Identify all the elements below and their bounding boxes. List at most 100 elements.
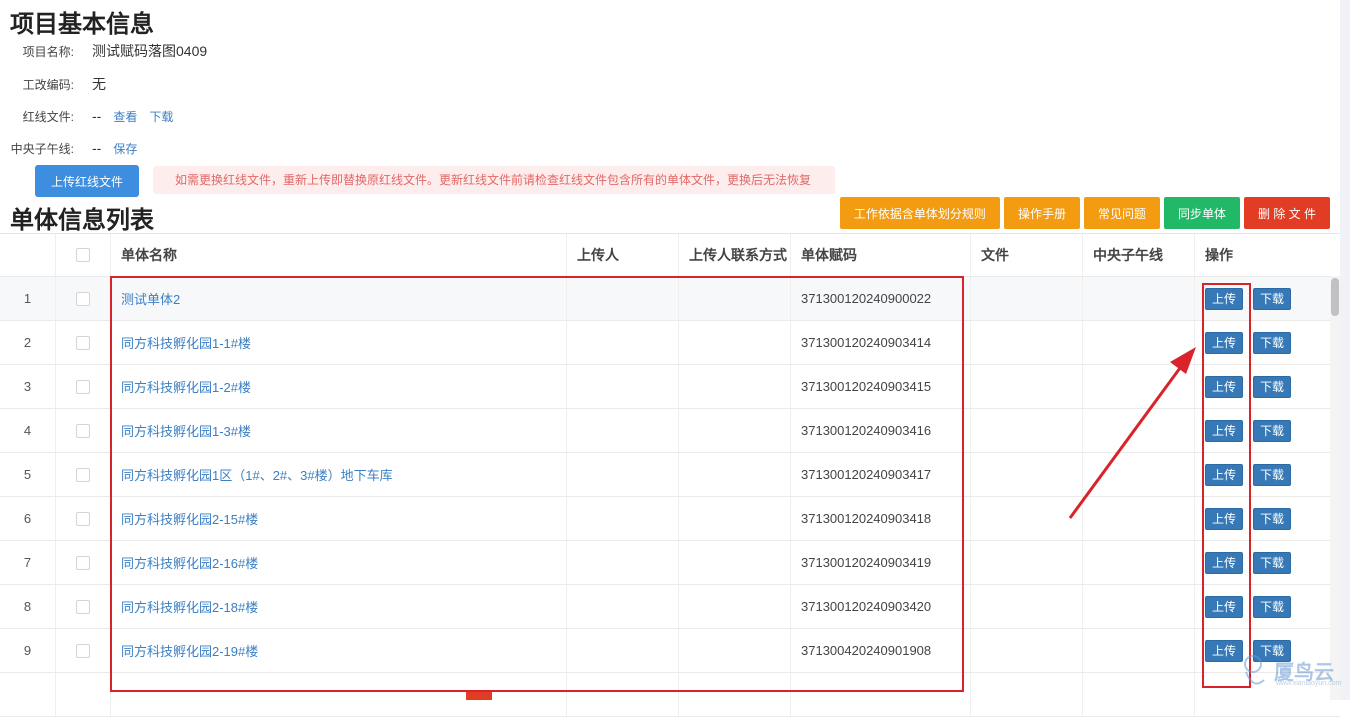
table-scrollbar[interactable] — [1330, 276, 1340, 700]
row-file — [971, 321, 1083, 364]
unit-name-link[interactable]: 同方科技孵化园1-3#楼 — [121, 421, 251, 440]
row-upload-button[interactable]: 上传 — [1205, 463, 1243, 486]
row-actions: 上传 下载 — [1195, 497, 1330, 540]
row-upload-button[interactable]: 上传 — [1205, 507, 1243, 530]
row-uploader — [567, 409, 679, 452]
redline-file-label: 红线文件: — [22, 109, 74, 124]
view-redline-link[interactable]: 查看 — [113, 108, 137, 125]
row-unit-name: 测试单体2 — [111, 277, 567, 320]
header-index — [0, 234, 56, 276]
row-select — [56, 453, 111, 496]
row-central-meridian — [1083, 629, 1195, 672]
sync-units-button[interactable]: 同步单体 — [1163, 197, 1240, 229]
unit-name-link[interactable]: 同方科技孵化园2-16#楼 — [121, 553, 258, 572]
manual-button[interactable]: 操作手册 — [1003, 197, 1080, 229]
table-row: 3 同方科技孵化园1-2#楼 371300120240903415 上传 下载 — [0, 365, 1340, 409]
row-select — [56, 629, 111, 672]
row-file — [971, 453, 1083, 496]
download-redline-link[interactable]: 下载 — [149, 108, 173, 125]
row-actions: 上传 下载 — [1195, 365, 1330, 408]
row-actions: 上传 下载 — [1195, 409, 1330, 452]
row-checkbox[interactable] — [76, 379, 90, 394]
row-actions: 上传 下载 — [1195, 277, 1330, 320]
unit-name-link[interactable]: 同方科技孵化园2-18#楼 — [121, 597, 258, 616]
row-central-meridian — [1083, 321, 1195, 364]
row-index: 2 — [0, 321, 56, 364]
redline-file-value: -- — [92, 108, 102, 124]
project-name-row: 项目名称: 测试赋码落图0409 — [0, 41, 208, 61]
row-unit-name: 同方科技孵化园2-19#楼 — [111, 629, 567, 672]
row-checkbox[interactable] — [76, 599, 90, 614]
row-unit-name: 同方科技孵化园1区（1#、2#、3#楼）地下车库 — [111, 453, 567, 496]
upload-redline-button[interactable]: 上传红线文件 — [35, 165, 139, 197]
row-checkbox[interactable] — [76, 511, 90, 526]
list-toolbar: 工作依据含单体划分规则 操作手册 常见问题 同步单体 删 除 文 件 — [839, 197, 1330, 229]
row-uploader — [567, 629, 679, 672]
row-download-button[interactable]: 下载 — [1253, 595, 1291, 618]
central-meridian-label: 中央子午线: — [10, 141, 74, 156]
page-edge — [1340, 0, 1350, 700]
row-checkbox[interactable] — [76, 423, 90, 438]
row-unit-code: 371300120240903420 — [791, 585, 971, 628]
row-download-button[interactable]: 下载 — [1253, 287, 1291, 310]
row-unit-name: 同方科技孵化园1-1#楼 — [111, 321, 567, 364]
unit-name-link[interactable]: 同方科技孵化园1区（1#、2#、3#楼）地下车库 — [121, 465, 393, 484]
row-uploader — [567, 321, 679, 364]
row-unit-code: 371300120240900022 — [791, 277, 971, 320]
row-upload-button[interactable]: 上传 — [1205, 331, 1243, 354]
row-download-button[interactable]: 下载 — [1253, 463, 1291, 486]
table-row-partial — [0, 673, 1340, 717]
table-row: 7 同方科技孵化园2-16#楼 371300120240903419 上传 下载 — [0, 541, 1340, 585]
select-all-checkbox[interactable] — [76, 248, 90, 262]
reform-code-label: 工改编码: — [22, 77, 74, 92]
row-uploader — [567, 365, 679, 408]
faq-button[interactable]: 常见问题 — [1083, 197, 1160, 229]
unit-table: 单体名称 上传人 上传人联系方式 单体赋码 文件 中央子午线 操作 1 测试单体2… — [0, 233, 1340, 717]
header-select — [56, 234, 111, 276]
row-checkbox[interactable] — [76, 467, 90, 482]
save-meridian-link[interactable]: 保存 — [113, 140, 137, 157]
row-download-button[interactable]: 下载 — [1253, 551, 1291, 574]
header-unit-name: 单体名称 — [111, 234, 567, 276]
row-index: 1 — [0, 277, 56, 320]
project-info-title: 项目基本信息 — [10, 11, 154, 38]
row-download-button[interactable]: 下载 — [1253, 419, 1291, 442]
pagination-current[interactable] — [466, 692, 492, 700]
row-download-button[interactable]: 下载 — [1253, 507, 1291, 530]
unit-name-link[interactable]: 同方科技孵化园1-2#楼 — [121, 377, 251, 396]
unit-name-link[interactable]: 同方科技孵化园2-15#楼 — [121, 509, 258, 528]
work-basis-button[interactable]: 工作依据含单体划分规则 — [839, 197, 1000, 229]
list-title: 单体信息列表 — [10, 207, 154, 234]
row-uploader-contact — [679, 365, 791, 408]
row-upload-button[interactable]: 上传 — [1205, 287, 1243, 310]
reform-code-value: 无 — [92, 76, 106, 92]
table-row: 2 同方科技孵化园1-1#楼 371300120240903414 上传 下载 — [0, 321, 1340, 365]
row-upload-button[interactable]: 上传 — [1205, 551, 1243, 574]
row-checkbox[interactable] — [76, 291, 90, 306]
row-checkbox[interactable] — [76, 643, 90, 658]
row-upload-button[interactable]: 上传 — [1205, 595, 1243, 618]
row-upload-button[interactable]: 上传 — [1205, 375, 1243, 398]
row-checkbox[interactable] — [76, 335, 90, 350]
table-row: 5 同方科技孵化园1区（1#、2#、3#楼）地下车库 371300120240903… — [0, 453, 1340, 497]
delete-file-button[interactable]: 删 除 文 件 — [1243, 197, 1330, 229]
row-uploader — [567, 541, 679, 584]
row-actions: 上传 下载 — [1195, 585, 1330, 628]
row-download-button[interactable]: 下载 — [1253, 331, 1291, 354]
watermark: 厦鸟云 www.xianiaoyun.com — [1236, 648, 1341, 692]
row-unit-code: 371300120240903418 — [791, 497, 971, 540]
row-unit-code: 371300120240903417 — [791, 453, 971, 496]
unit-name-link[interactable]: 同方科技孵化园2-19#楼 — [121, 641, 258, 660]
table-scroll-thumb[interactable] — [1331, 278, 1339, 316]
unit-name-link[interactable]: 同方科技孵化园1-1#楼 — [121, 333, 251, 352]
row-file — [971, 409, 1083, 452]
row-index: 9 — [0, 629, 56, 672]
row-checkbox[interactable] — [76, 555, 90, 570]
row-central-meridian — [1083, 453, 1195, 496]
row-upload-button[interactable]: 上传 — [1205, 419, 1243, 442]
row-download-button[interactable]: 下载 — [1253, 375, 1291, 398]
unit-name-link[interactable]: 测试单体2 — [121, 289, 180, 308]
table-row: 9 同方科技孵化园2-19#楼 371300420240901908 上传 下载 — [0, 629, 1340, 673]
reform-code-row: 工改编码: 无 — [0, 74, 106, 94]
row-actions: 上传 下载 — [1195, 321, 1330, 364]
